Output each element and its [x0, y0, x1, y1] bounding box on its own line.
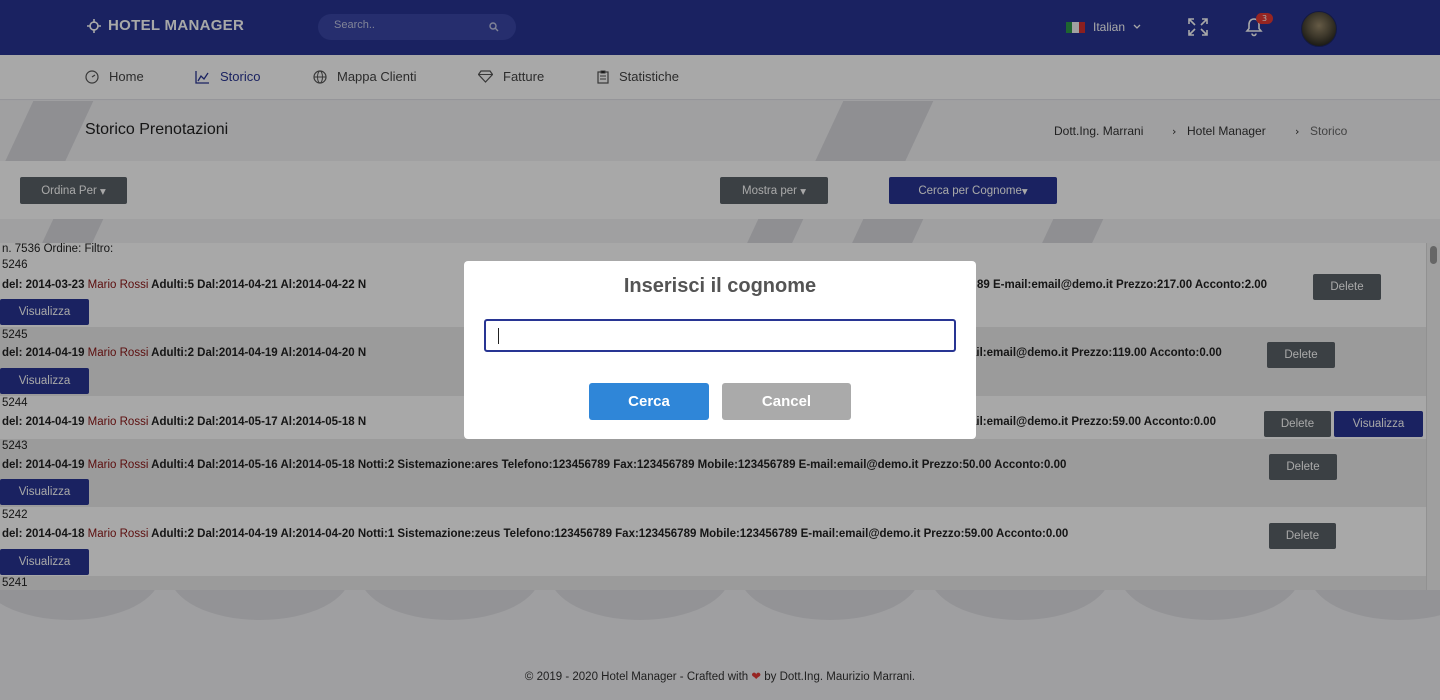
cancel-button[interactable]: Cancel: [722, 383, 851, 420]
dialog-title: Inserisci il cognome: [623, 275, 817, 297]
surname-input[interactable]: [484, 319, 956, 352]
surname-dialog: Inserisci il cognome Cerca Cancel: [464, 261, 976, 439]
confirm-button[interactable]: Cerca: [589, 383, 709, 420]
text-caret: [498, 328, 499, 344]
